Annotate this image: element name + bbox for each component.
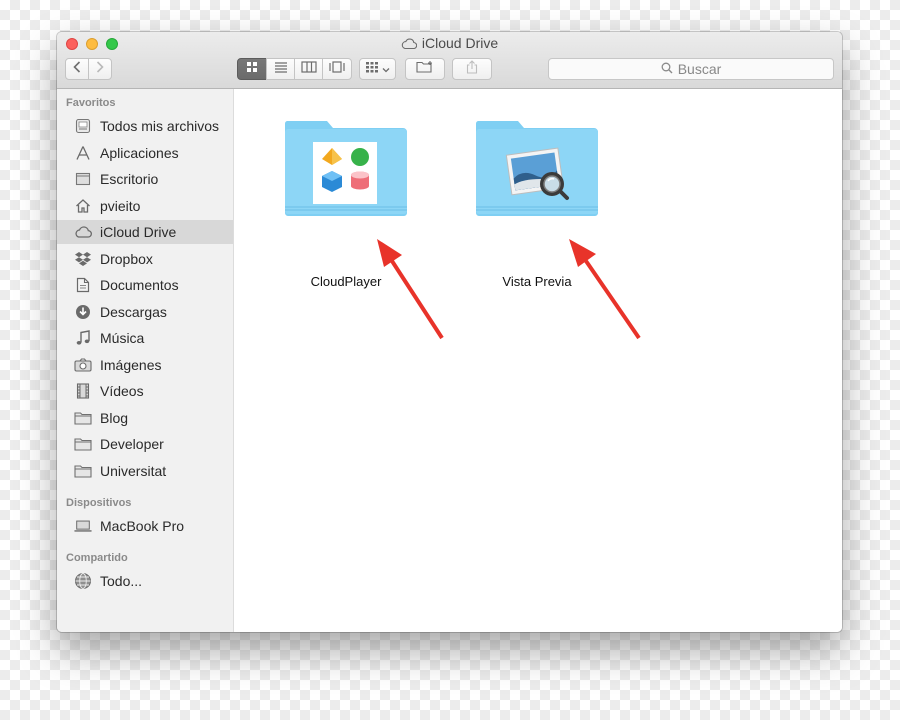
chevron-left-icon bbox=[73, 60, 81, 78]
sidebar-item-label: Descargas bbox=[100, 304, 167, 320]
cloudplayer-folder-icon[interactable] bbox=[284, 121, 407, 216]
chevron-right-icon bbox=[96, 60, 104, 78]
sidebar-item-dropbox[interactable]: Dropbox bbox=[57, 247, 233, 271]
desktop-icon bbox=[74, 170, 92, 188]
sidebar-item-universitat[interactable]: Universitat bbox=[57, 459, 233, 483]
all-files-icon bbox=[74, 117, 92, 135]
downloads-icon bbox=[74, 303, 92, 321]
list-view-icon bbox=[274, 60, 288, 78]
window-title-text: iCloud Drive bbox=[421, 35, 499, 51]
sidebar-item-macbook-pro[interactable]: MacBook Pro bbox=[57, 514, 233, 538]
sidebar-item-label: Aplicaciones bbox=[100, 145, 179, 161]
sidebar-item-icloud-drive[interactable]: iCloud Drive bbox=[57, 220, 233, 244]
content-canvas bbox=[284, 121, 641, 340]
share-icon bbox=[466, 59, 478, 79]
title-bar: iCloud Drive Buscar bbox=[57, 32, 842, 89]
devices-section-title: Dispositivos bbox=[66, 497, 132, 509]
cover-flow-button[interactable] bbox=[322, 58, 352, 80]
sidebar-item-label: iCloud Drive bbox=[100, 224, 177, 240]
back-button[interactable] bbox=[65, 58, 89, 80]
list-view-button[interactable] bbox=[266, 58, 295, 80]
cloud-icon bbox=[401, 38, 417, 49]
new-folder-button[interactable] bbox=[405, 58, 445, 80]
cloud-icon bbox=[74, 223, 92, 241]
music-icon bbox=[74, 329, 92, 347]
file-area: CloudPlayer Vista Previa bbox=[234, 89, 842, 632]
sidebar-item-label: Vídeos bbox=[100, 383, 144, 399]
arrange-grid-icon bbox=[365, 60, 379, 78]
sidebar-item-label: Developer bbox=[100, 436, 164, 452]
chevron-down-icon bbox=[382, 60, 390, 78]
applications-icon bbox=[74, 144, 92, 162]
sidebar-item-videos[interactable]: Vídeos bbox=[57, 379, 233, 403]
sidebar-item-label: Música bbox=[100, 330, 145, 346]
sidebar-item-label: Todos mis archivos bbox=[100, 118, 220, 134]
sidebar-item-home[interactable]: pvieito bbox=[57, 194, 233, 218]
share-button[interactable] bbox=[452, 58, 492, 80]
finder-window: iCloud Drive Buscar Favoritos Todos mis … bbox=[57, 32, 842, 632]
sidebar-item-developer[interactable]: Developer bbox=[57, 432, 233, 456]
sidebar-item-documents[interactable]: Documentos bbox=[57, 273, 233, 297]
dropbox-icon bbox=[74, 250, 92, 268]
sidebar-item-label: Documentos bbox=[100, 277, 179, 293]
sidebar-item-blog[interactable]: Blog bbox=[57, 406, 233, 430]
sidebar-item-label: Universitat bbox=[100, 463, 167, 479]
sidebar-item-label: MacBook Pro bbox=[100, 518, 185, 534]
folder-icon bbox=[74, 462, 92, 480]
sidebar-item-label: Blog bbox=[100, 410, 129, 426]
sidebar-item-all-files[interactable]: Todos mis archivos bbox=[57, 114, 233, 138]
sidebar-item-label: Escritorio bbox=[100, 171, 159, 187]
favorites-section-title: Favoritos bbox=[66, 97, 116, 109]
shared-section-title: Compartido bbox=[66, 552, 128, 564]
sidebar-item-label: pvieito bbox=[100, 198, 141, 214]
home-icon bbox=[74, 197, 92, 215]
sidebar-item-images[interactable]: Imágenes bbox=[57, 353, 233, 377]
documents-icon bbox=[74, 276, 92, 294]
sidebar-item-label: Imágenes bbox=[100, 357, 162, 373]
arrange-button[interactable] bbox=[359, 58, 396, 80]
sidebar-item-all-shared[interactable]: Todo... bbox=[57, 569, 233, 593]
file-label-cloudplayer[interactable]: CloudPlayer bbox=[266, 274, 426, 289]
file-label-vista-previa[interactable]: Vista Previa bbox=[457, 274, 617, 289]
sidebar-item-downloads[interactable]: Descargas bbox=[57, 300, 233, 324]
film-icon bbox=[74, 382, 92, 400]
laptop-icon bbox=[74, 517, 92, 535]
column-view-button[interactable] bbox=[294, 58, 323, 80]
column-view-icon bbox=[300, 60, 317, 78]
search-icon bbox=[661, 61, 673, 77]
sidebar: Favoritos Todos mis archivos Aplicacione… bbox=[57, 89, 234, 632]
icon-view-icon bbox=[246, 60, 258, 78]
sidebar-item-label: Dropbox bbox=[100, 251, 153, 267]
network-icon bbox=[74, 572, 92, 590]
folder-icon bbox=[74, 409, 92, 427]
sidebar-item-applications[interactable]: Aplicaciones bbox=[57, 141, 233, 165]
new-folder-icon bbox=[416, 60, 434, 78]
window-title: iCloud Drive bbox=[57, 35, 842, 51]
preview-folder-icon[interactable] bbox=[475, 121, 598, 216]
camera-icon bbox=[74, 356, 92, 374]
sidebar-item-label: Todo... bbox=[100, 573, 143, 589]
folder-icon bbox=[74, 435, 92, 453]
search-placeholder: Buscar bbox=[677, 61, 722, 77]
forward-button[interactable] bbox=[88, 58, 112, 80]
icon-view-button[interactable] bbox=[237, 58, 267, 80]
sidebar-item-music[interactable]: Música bbox=[57, 326, 233, 350]
sidebar-item-desktop[interactable]: Escritorio bbox=[57, 167, 233, 191]
cover-flow-icon bbox=[328, 60, 346, 78]
search-field[interactable]: Buscar bbox=[548, 58, 834, 80]
